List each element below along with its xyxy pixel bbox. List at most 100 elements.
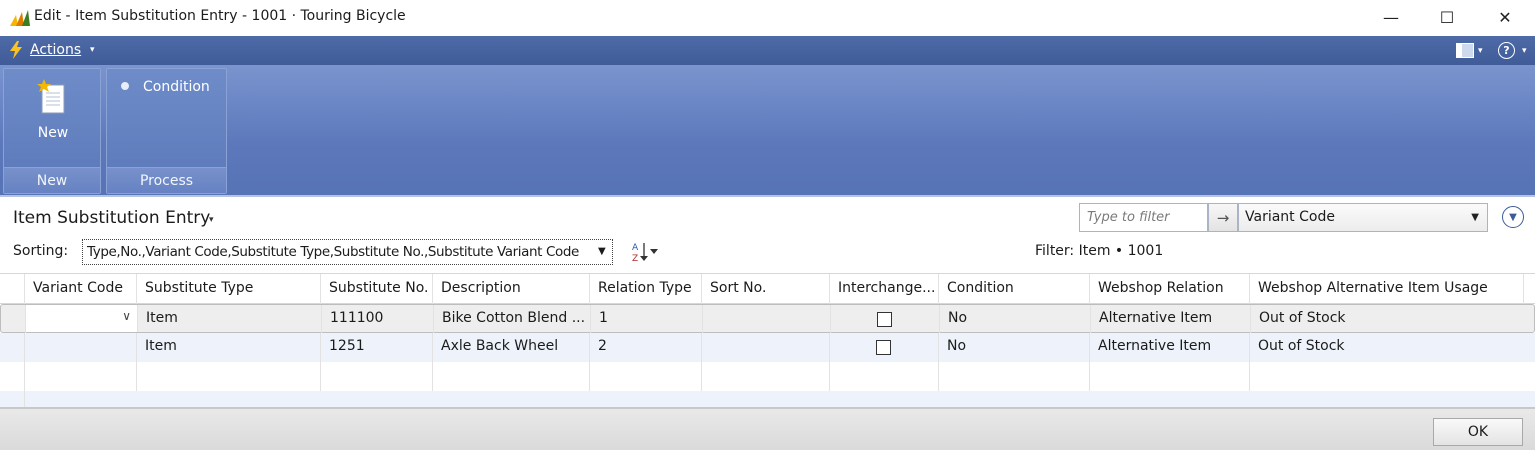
help-caret-icon[interactable]: ▾ — [1522, 46, 1527, 56]
ribbon-group-process: Condition Process — [106, 68, 227, 194]
filter-field-value: Variant Code — [1245, 209, 1335, 225]
sorting-select[interactable]: Type,No.,Variant Code,Substitute Type,Su… — [82, 239, 613, 265]
empty-cell[interactable] — [830, 362, 939, 391]
table-row[interactable]: ∨ Item 111100 Bike Cotton Blend ... 1 No… — [0, 304, 1535, 334]
help-glyph: ? — [1503, 44, 1510, 57]
empty-cell[interactable] — [939, 362, 1090, 391]
interchangeable-cell[interactable] — [830, 333, 939, 362]
empty-row[interactable] — [0, 362, 1535, 391]
column-header[interactable]: Sort No. — [702, 274, 830, 304]
window-titlebar: Edit - Item Substitution Entry - 1001 · … — [0, 0, 1535, 36]
svg-text:Z: Z — [632, 254, 638, 264]
window-title: Edit - Item Substitution Entry - 1001 · … — [34, 8, 406, 24]
empty-cell[interactable] — [433, 362, 590, 391]
relation-type-cell[interactable]: 2 — [590, 333, 702, 362]
condition-button[interactable]: Condition — [117, 77, 222, 99]
condition-button-label: Condition — [143, 79, 210, 95]
sorting-value: Type,No.,Variant Code,Substitute Type,Su… — [87, 244, 579, 260]
chevron-down-icon: ▼ — [1471, 212, 1479, 223]
substitute-type-cell[interactable]: Item — [137, 333, 321, 362]
sorting-caret-icon[interactable]: ▼ — [598, 246, 606, 257]
lightning-bolt-icon — [10, 41, 22, 59]
page-title[interactable]: Item Substitution Entry — [13, 208, 210, 228]
row-selector-header — [0, 274, 25, 304]
sort-no-cell[interactable] — [702, 333, 830, 362]
filter-summary: Filter: Item • 1001 — [1035, 243, 1164, 259]
row-selector[interactable] — [0, 391, 25, 407]
dynamics-app-icon — [10, 10, 30, 26]
webshop-usage-cell[interactable]: Out of Stock — [1250, 333, 1524, 362]
ribbon-group-label-new: New — [4, 167, 100, 193]
ribbon: New New Condition Process — [0, 65, 1535, 197]
column-header[interactable]: Webshop Alternative Item Usage — [1250, 274, 1524, 304]
webshop-relation-cell[interactable]: Alternative Item — [1090, 333, 1250, 362]
interchangeable-checkbox[interactable] — [876, 340, 891, 355]
empty-cell[interactable] — [702, 362, 830, 391]
filter-field-select[interactable]: Variant Code ▼ — [1238, 203, 1488, 232]
column-header[interactable]: Substitute No. — [321, 274, 433, 304]
column-header[interactable]: Webshop Relation — [1090, 274, 1250, 304]
ribbon-group-label-process: Process — [107, 167, 226, 193]
sorting-label: Sorting: — [13, 243, 69, 259]
expand-chevron-icon: ▼ — [1509, 211, 1517, 223]
filter-go-button[interactable]: → — [1208, 203, 1238, 232]
row-selector[interactable] — [0, 333, 25, 362]
column-header[interactable]: Interchange... — [830, 274, 939, 304]
empty-cell[interactable] — [321, 362, 433, 391]
relation-type-cell[interactable]: 1 — [591, 305, 703, 334]
minimize-button[interactable]: — — [1366, 0, 1416, 34]
filter-input[interactable] — [1079, 203, 1208, 232]
close-icon: ✕ — [1498, 7, 1512, 27]
empty-cell[interactable] — [1250, 362, 1524, 391]
help-icon[interactable]: ? — [1498, 42, 1515, 59]
column-header[interactable]: Substitute Type — [137, 274, 321, 304]
column-header[interactable]: Variant Code — [25, 274, 137, 304]
empty-cell[interactable] — [590, 362, 702, 391]
empty-cell[interactable] — [1090, 362, 1250, 391]
column-header[interactable]: Relation Type — [590, 274, 702, 304]
actions-menu-button[interactable]: Actions — [30, 42, 81, 58]
layout-icon[interactable] — [1456, 43, 1474, 58]
actions-caret-icon: ▾ — [90, 45, 95, 55]
row-selector[interactable] — [0, 362, 25, 391]
actions-bar: Actions ▾ ▾ ? ▾ — [0, 36, 1535, 65]
page-title-caret-icon[interactable]: ▾ — [209, 215, 214, 225]
close-button[interactable]: ✕ — [1480, 0, 1530, 34]
expand-filter-button[interactable]: ▼ — [1502, 206, 1524, 228]
maximize-icon: ☐ — [1439, 7, 1455, 27]
substitute-type-cell[interactable]: Item — [138, 305, 322, 334]
description-cell[interactable]: Axle Back Wheel — [433, 333, 590, 362]
empty-cell[interactable] — [137, 362, 321, 391]
table-row[interactable]: Item 1251 Axle Back Wheel 2 No Alternati… — [0, 333, 1535, 362]
condition-cell[interactable]: No — [940, 305, 1091, 334]
dialog-footer: OK — [0, 409, 1535, 450]
new-button-label: New — [37, 125, 69, 141]
chevron-down-icon[interactable]: ∨ — [122, 309, 131, 323]
empty-row[interactable] — [0, 391, 1535, 407]
condition-cell[interactable]: No — [939, 333, 1090, 362]
substitute-no-cell[interactable]: 1251 — [321, 333, 433, 362]
new-document-icon — [37, 79, 65, 114]
ribbon-group-new: New New — [3, 68, 101, 194]
row-selector[interactable] — [1, 305, 26, 334]
interchangeable-cell[interactable] — [831, 305, 940, 334]
webshop-usage-cell[interactable]: Out of Stock — [1251, 305, 1525, 334]
webshop-relation-cell[interactable]: Alternative Item — [1091, 305, 1251, 334]
variant-code-dropdown[interactable]: ∨ — [26, 305, 138, 332]
sort-no-cell[interactable] — [703, 305, 831, 334]
column-header[interactable]: Description — [433, 274, 590, 304]
layout-caret-icon[interactable]: ▾ — [1478, 46, 1483, 56]
minimize-icon: — — [1383, 7, 1399, 27]
description-cell[interactable]: Bike Cotton Blend ... — [434, 305, 591, 334]
arrow-right-icon: → — [1216, 208, 1230, 227]
empty-cell[interactable] — [25, 362, 137, 391]
substitute-no-cell[interactable]: 111100 — [322, 305, 434, 334]
sort-direction-icon[interactable]: A Z — [630, 240, 660, 264]
new-button[interactable]: New — [22, 75, 84, 155]
ok-button[interactable]: OK — [1433, 418, 1523, 446]
variant-code-cell[interactable] — [25, 333, 137, 362]
interchangeable-checkbox[interactable] — [877, 312, 892, 327]
column-header[interactable]: Condition — [939, 274, 1090, 304]
substitution-grid: Variant Code Substitute Type Substitute … — [0, 273, 1535, 409]
maximize-button[interactable]: ☐ — [1422, 0, 1472, 34]
